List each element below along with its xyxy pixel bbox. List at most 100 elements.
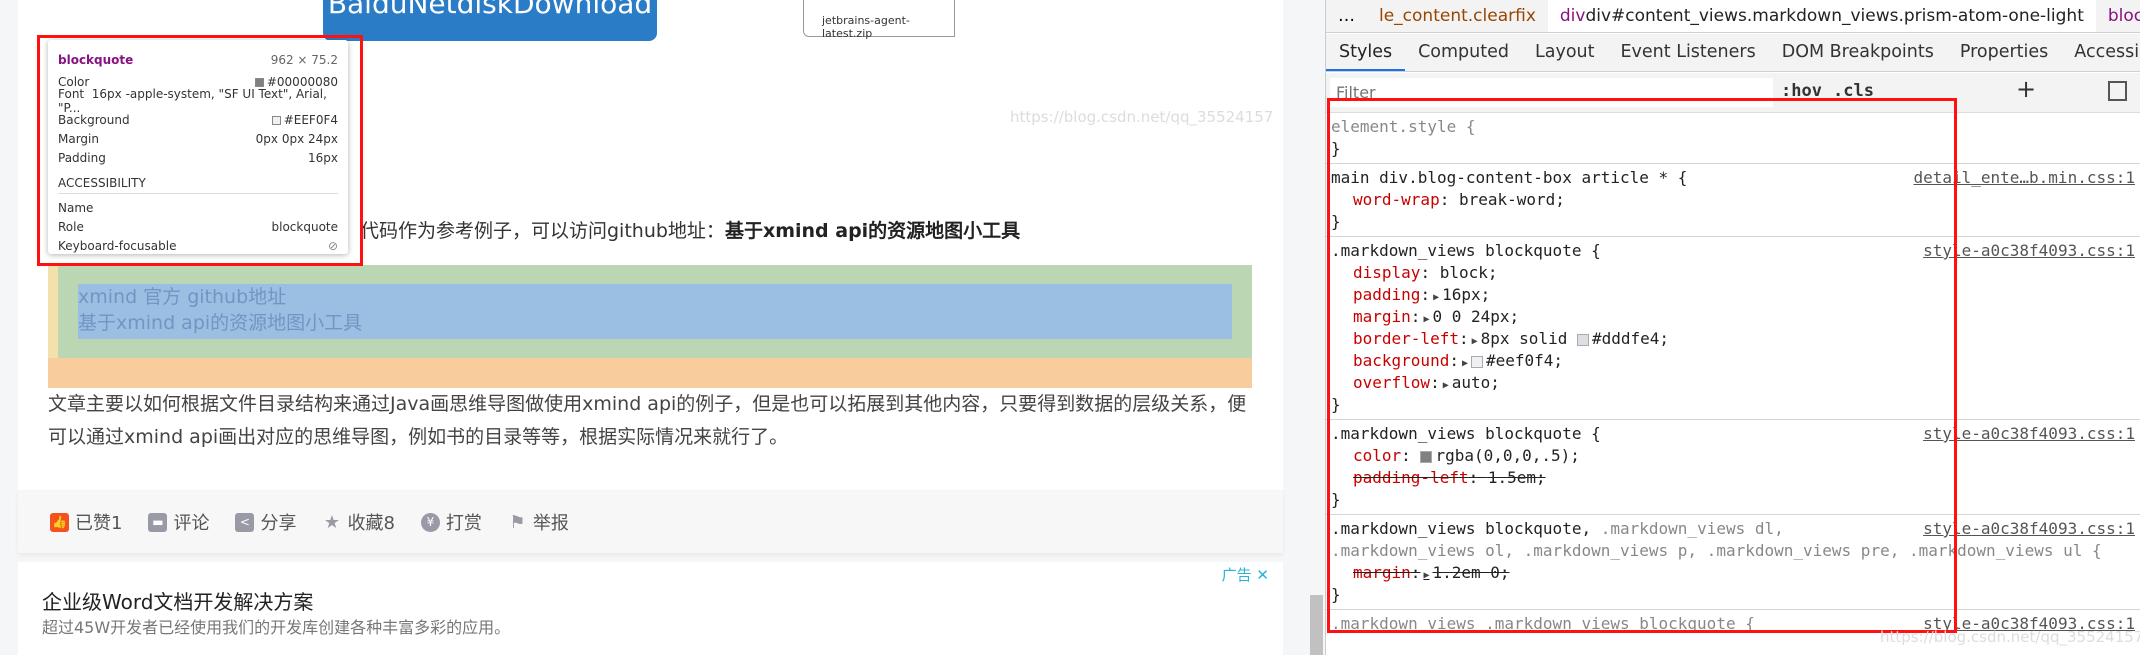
css-property-overridden[interactable]: padding-left: 1.5em; <box>1331 467 2137 489</box>
breadcrumb: … le_content.clearfix divdiv#content_vie… <box>1326 0 2140 33</box>
breadcrumb-item[interactable]: divdiv#content_views.markdown_views.pris… <box>1547 0 2096 32</box>
rule-source-link[interactable]: style-a0c38f4093.css:1 <box>1923 423 2135 445</box>
report-button[interactable]: ⚑ 举报 <box>508 509 569 535</box>
rule-source-link[interactable]: detail_ente…b.min.css:1 <box>1913 167 2135 189</box>
color-swatch[interactable] <box>1471 355 1483 368</box>
article-action-bar: 👍 已赞1 ▬ 评论 < 分享 ★ 收藏8 ¥ 打赏 ⚑ 举报 <box>18 491 1283 553</box>
action-label: 评论 <box>173 513 210 534</box>
rule-close: } <box>1331 490 1341 509</box>
tooltip-tag: blockquote <box>58 53 134 67</box>
share-button[interactable]: < 分享 <box>235 509 296 535</box>
tab-accessibility[interactable]: Accessibility <box>2061 34 2140 71</box>
styles-pane: element.style { } detail_ente…b.min.css:… <box>1326 113 2140 638</box>
rule-close: } <box>1331 395 1341 414</box>
thumbs-up-icon: 👍 <box>50 512 69 532</box>
color-swatch <box>254 77 264 87</box>
flag-icon: ⚑ <box>509 511 526 533</box>
ad-box[interactable]: 广告 ✕ 企业级Word文档开发解决方案 超过45W开发者已经使用我们的开发库创… <box>18 562 1283 655</box>
sidebar-tabs: Styles Computed Layout Event Listeners D… <box>1326 34 2140 72</box>
filter-input[interactable] <box>1330 78 1773 107</box>
row-label: Role <box>58 219 84 234</box>
css-property[interactable]: padding: ▶ 16px; <box>1331 284 2137 306</box>
tab-properties[interactable]: Properties <box>1947 34 2061 71</box>
ad-close-button[interactable]: 广告 ✕ <box>1222 564 1269 585</box>
tooltip-row-name: Name <box>58 198 338 217</box>
rule-selector[interactable]: element.style { <box>1331 116 2137 138</box>
row-value: 0px 0px 24px <box>255 131 338 146</box>
expand-triangle-icon: ▶ <box>1423 314 1430 325</box>
action-label: 举报 <box>532 513 569 534</box>
css-property[interactable]: border-left: ▶ 8px solid #dddfe4; <box>1331 328 2137 350</box>
download-button-label: BaiduNetdiskDownload <box>327 0 653 20</box>
expand-triangle-icon: ▶ <box>1433 292 1440 303</box>
css-property[interactable]: word-wrap: break-word; <box>1331 189 2137 211</box>
comment-button[interactable]: ▬ 评论 <box>148 509 209 535</box>
tab-event-listeners[interactable]: Event Listeners <box>1608 34 1769 71</box>
tooltip-row-keyboard: Keyboard-focusable ⊘ <box>58 236 338 255</box>
breadcrumb-item-selected[interactable]: blockquote <box>2096 0 2140 32</box>
tab-styles[interactable]: Styles <box>1326 34 1406 71</box>
rule-close: } <box>1331 585 1341 604</box>
breadcrumb-item[interactable]: le_content.clearfix <box>1367 0 1548 32</box>
tab-computed[interactable]: Computed <box>1405 34 1522 71</box>
color-swatch[interactable] <box>1576 333 1589 346</box>
breadcrumb-overflow[interactable]: … <box>1326 0 1367 32</box>
css-property[interactable]: margin: ▶ 0 0 24px; <box>1331 306 2137 328</box>
devtools-panel: … le_content.clearfix divdiv#content_vie… <box>1325 0 2140 655</box>
color-swatch[interactable] <box>1420 450 1433 463</box>
row-label: Background <box>58 112 130 127</box>
css-property[interactable]: overflow: ▶ auto; <box>1331 372 2137 394</box>
tooltip-size: 962 × 75.2 <box>270 53 338 67</box>
intro-label: 代码作为参考例子，可以访问github地址： <box>360 220 725 242</box>
css-property[interactable]: color: rgba(0,0,0,.5); <box>1331 445 2137 467</box>
watermark: https://blog.csdn.net/qq_35524157 <box>1010 108 1274 126</box>
row-value: #EEF0F4 <box>283 112 338 127</box>
ad-description: 超过45W开发者已经使用我们的开发库创建各种丰富多彩的应用。 <box>42 618 511 637</box>
reward-button[interactable]: ¥ 打赏 <box>420 509 482 535</box>
blockquote-link[interactable]: xmind 官方 github地址 <box>78 284 1232 310</box>
like-button[interactable]: 👍 已赞1 <box>50 509 122 535</box>
rule-selector[interactable]: .markdown_views ol, .markdown_views p, .… <box>1331 540 2137 562</box>
share-icon: < <box>235 512 255 532</box>
watermark: https://blog.csdn.net/qq_35524157 <box>1880 628 2140 646</box>
expand-triangle-icon: ▶ <box>1442 380 1449 391</box>
favorite-button[interactable]: ★ 收藏8 <box>322 509 395 535</box>
rule-source-link[interactable]: style-a0c38f4093.css:1 <box>1923 518 2135 540</box>
page-scrollbar[interactable] <box>1310 595 1323 655</box>
tooltip-row-margin: Margin 0px 0px 24px <box>58 129 338 148</box>
toggle-sidebar-icon[interactable] <box>2108 81 2127 101</box>
rule-close: } <box>1331 212 1341 231</box>
row-label: Name <box>58 200 94 215</box>
hov-toggle[interactable]: :hov <box>1781 81 1822 101</box>
comment-icon: ▬ <box>148 512 168 532</box>
blockquote-link[interactable]: 基于xmind api的资源地图小工具 <box>78 310 1232 336</box>
action-label: 分享 <box>260 513 297 534</box>
row-label: Margin <box>58 131 99 146</box>
css-property[interactable]: background: ▶ #eef0f4; <box>1331 350 2137 372</box>
yen-icon: ¥ <box>420 512 440 532</box>
blockquote-border-highlight <box>48 265 58 358</box>
tab-dom-breakpoints[interactable]: DOM Breakpoints <box>1769 34 1947 71</box>
expand-triangle-icon: ▶ <box>1461 358 1468 369</box>
blockquote: xmind 官方 github地址 基于xmind api的资源地图小工具 <box>78 284 1232 339</box>
file-card[interactable]: jetbrains-agent-latest.zip <box>803 0 955 40</box>
intro-link[interactable]: 基于xmind api的资源地图小工具 <box>725 220 1020 242</box>
new-style-rule-button[interactable]: + <box>2016 75 2036 103</box>
cls-toggle[interactable]: .cls <box>1833 81 1874 101</box>
css-property[interactable]: display: block; <box>1331 262 2137 284</box>
baidu-netdisk-download-button[interactable]: BaiduNetdiskDownload <box>323 0 657 41</box>
rule-close: } <box>1331 139 1341 158</box>
styles-toolbar: :hov .cls + <box>1326 73 2140 113</box>
inspect-tooltip: blockquote 962 × 75.2 Color #00000080 Font… <box>48 40 348 254</box>
action-label: 打赏 <box>445 513 482 534</box>
row-label: Padding <box>58 150 106 165</box>
css-property-overridden[interactable]: margin: ▶ 1.2em 0; <box>1331 562 2137 584</box>
tab-layout[interactable]: Layout <box>1522 34 1608 71</box>
rule-source-link[interactable]: style-a0c38f4093.css:1 <box>1923 240 2135 262</box>
accessibility-header: ACCESSIBILITY <box>58 172 338 194</box>
star-icon: ★ <box>323 511 341 533</box>
style-rule: style-a0c38f4093.css:1 .markdown_views b… <box>1326 420 2140 515</box>
ad-title[interactable]: 企业级Word文档开发解决方案 <box>42 586 313 615</box>
color-swatch <box>271 115 281 125</box>
not-focusable-icon: ⊘ <box>327 238 338 253</box>
